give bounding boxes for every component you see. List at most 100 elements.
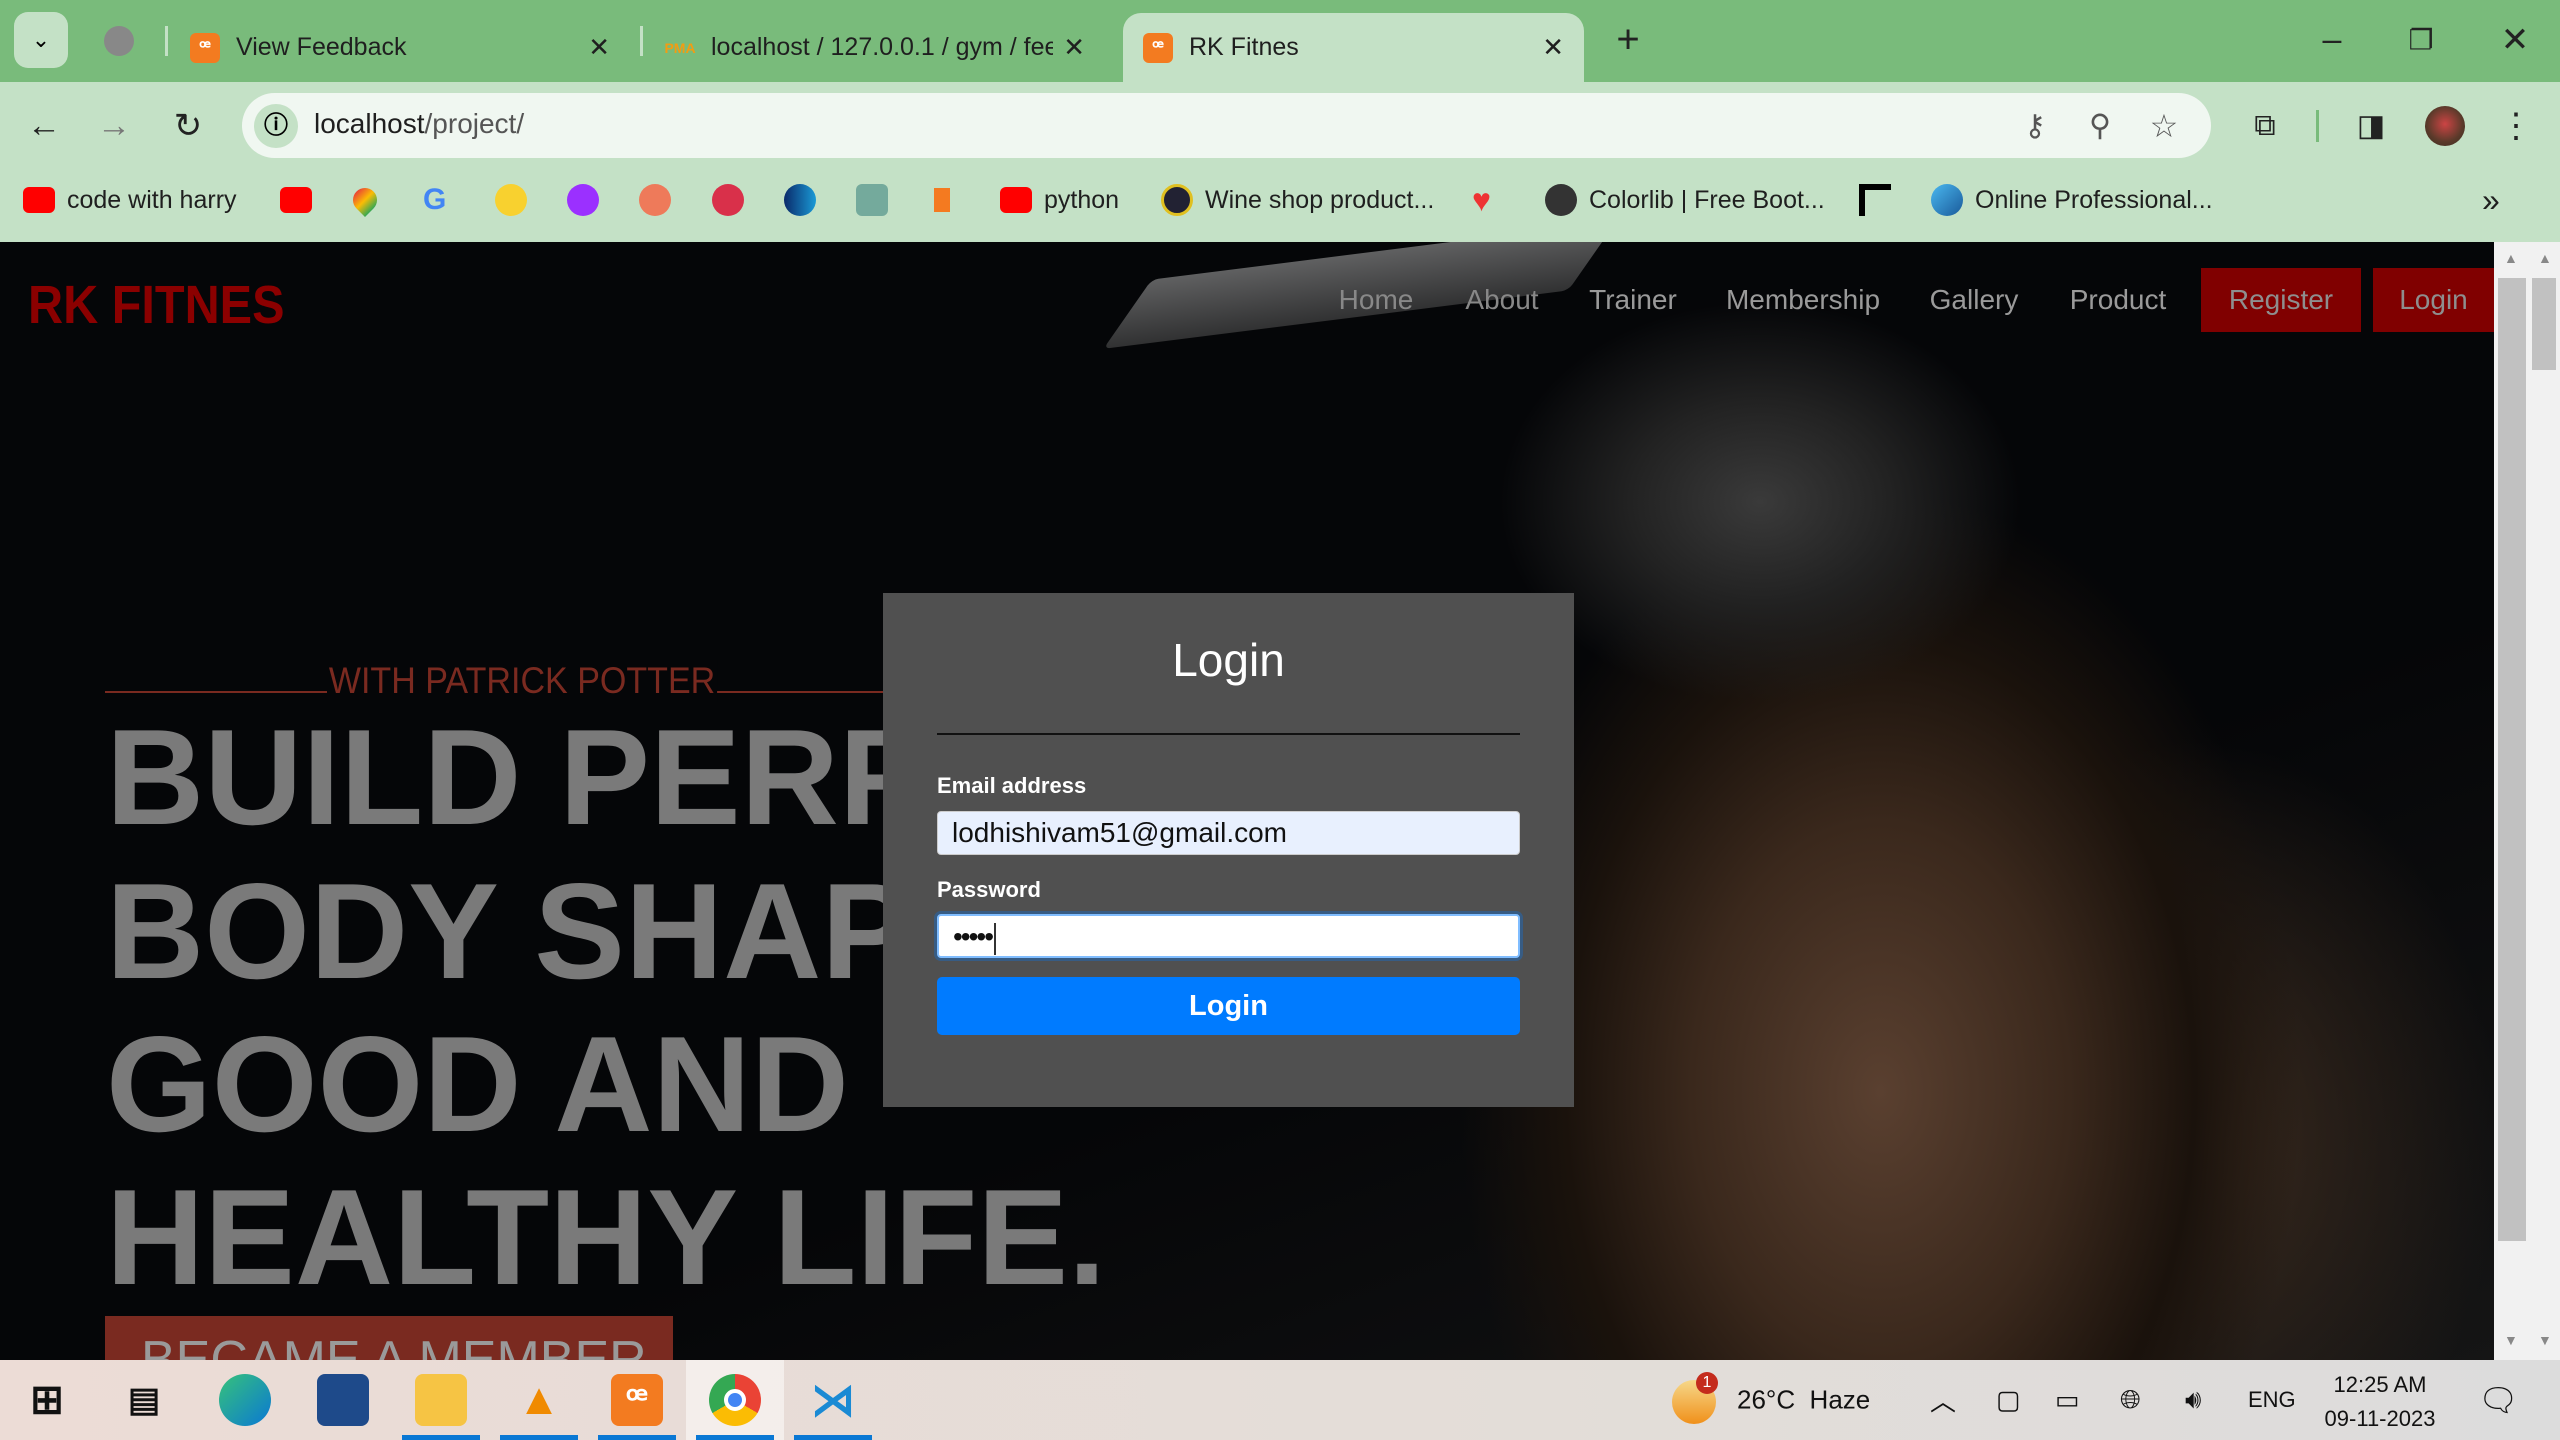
password-field[interactable]: ••••• [937,914,1520,958]
bookmark-orange-shape[interactable] [934,181,962,219]
task-view-icon[interactable]: ▤ [118,1374,170,1426]
vlc-icon[interactable]: ▲ [513,1374,565,1426]
edge-icon[interactable] [219,1374,271,1426]
wine-icon [1161,184,1193,216]
address-bar[interactable]: ⓘ localhost/project/ ⚷ ⚲ ☆ [242,93,2211,158]
side-panel-icon[interactable]: ◨ [2357,109,2385,144]
hero-subtitle: WITH PATRICK POTTER [327,660,718,702]
scrollbar-thumb[interactable] [2498,278,2526,1241]
date-text: 09-11-2023 [2324,1406,2436,1431]
bookmark-f-logo[interactable] [1859,181,1903,219]
become-member-button[interactable]: BECAME A MEMBER [105,1316,673,1360]
nav-login-button[interactable]: Login [2373,268,2494,332]
extensions-icon[interactable]: ⧉ [2254,109,2275,143]
close-tab-icon[interactable]: ✕ [588,32,610,63]
page-viewport: RK FITNES Home About Trainer Membership … [0,242,2494,1360]
zoom-icon[interactable]: ⚲ [2089,109,2111,144]
file-explorer-icon[interactable] [415,1374,467,1426]
avatar[interactable] [2425,106,2465,146]
bookmark-youtube[interactable] [280,181,324,219]
tab-rk-fitnes[interactable]: ꟹ RK Fitnes ✕ [1123,13,1584,82]
bookmark-flipkart[interactable] [495,181,539,219]
bookmark-heart[interactable]: ♥ [1472,181,1491,219]
feather-icon [1931,184,1963,216]
bookmark-chatgpt[interactable] [856,181,900,219]
google-icon: G [423,183,447,216]
scrollbar-thumb[interactable] [2532,278,2556,370]
close-tab-icon[interactable]: ✕ [1542,32,1564,63]
close-tab-icon[interactable]: ✕ [1063,32,1085,63]
time-text: 12:25 AM [2333,1372,2427,1397]
xampp-icon: ꟹ [190,32,220,63]
microsoft-store-icon[interactable] [317,1374,369,1426]
password-key-icon[interactable]: ⚷ [2024,109,2046,144]
minimize-icon[interactable]: – [2323,21,2342,60]
menu-icon[interactable]: ⋮ [2499,106,2533,146]
restore-icon[interactable]: ❐ [2408,24,2433,57]
language-indicator[interactable]: ENG [2248,1387,2296,1413]
nav-about[interactable]: About [1465,268,1538,332]
nav-home[interactable]: Home [1339,268,1414,332]
clock[interactable]: 12:25 AM 09-11-2023 [2318,1368,2442,1436]
phpmyadmin-icon: PMA [664,39,696,56]
bookmark-code-with-harry[interactable]: code with harry [23,181,237,219]
tab-phpmyadmin[interactable]: PMA localhost / 127.0.0.1 / gym / fee ✕ [645,13,1105,82]
nav-gallery[interactable]: Gallery [1930,268,2019,332]
scroll-up-icon[interactable]: ▲ [2504,250,2518,266]
bookmark-online-professional[interactable]: Online Professional... [1931,181,2213,219]
scroll-down-icon[interactable]: ▼ [2538,1332,2552,1348]
tab-search-button[interactable]: ⌄ [14,12,68,68]
youtube-icon [1000,187,1032,213]
youtube-icon [23,187,55,213]
show-hidden-icons-icon[interactable]: ︿ [1930,1382,1956,1419]
nav-membership[interactable]: Membership [1726,268,1880,332]
bookmark-star-icon[interactable]: ☆ [2150,107,2179,145]
new-tab-icon[interactable]: + [1616,18,1639,63]
weather-text[interactable]: 26°C Haze [1737,1385,1870,1416]
scrollbar[interactable]: ▲ ▲ ▼ ▼ [2494,242,2560,1360]
more-bookmarks-button[interactable]: » [2482,181,2500,219]
xampp-icon: ꟹ [1143,32,1173,63]
u-icon [567,184,599,216]
forward-icon[interactable]: → [97,107,131,146]
camera-icon[interactable]: ▢ [1996,1385,2021,1416]
tab-view-feedback[interactable]: ꟹ View Feedback ✕ [170,13,630,82]
bookmark-u[interactable] [567,181,611,219]
scroll-up-icon[interactable]: ▲ [2538,250,2552,266]
xampp-icon[interactable]: ꟹ [611,1374,663,1426]
bookmark-wine-shop[interactable]: Wine shop product... [1161,181,1434,219]
nav-product[interactable]: Product [2070,268,2167,332]
heart-icon: ♥ [1472,181,1491,218]
orange-shape-icon [934,188,950,212]
reload-icon[interactable]: ↻ [174,106,203,146]
site-logo[interactable]: RK FITNES [28,274,285,336]
bookmark-python[interactable]: python [1000,181,1119,219]
back-icon[interactable]: ← [27,107,61,146]
chatgpt-icon [856,184,888,216]
chrome-icon[interactable] [709,1374,761,1426]
bookmark-google[interactable]: G [423,181,446,219]
windows-start-icon[interactable]: ⊞ [21,1374,73,1426]
nav-trainer[interactable]: Trainer [1589,268,1677,332]
youtube-icon [280,187,312,213]
bookmark-orange[interactable] [639,181,683,219]
battery-icon[interactable]: ▭ [2055,1385,2080,1416]
bookmark-maps[interactable] [348,181,389,219]
network-icon[interactable]: 🌐︎ [2120,1384,2141,1416]
f-logo-icon [1859,184,1891,216]
notification-icon[interactable]: 🗨︎ [2478,1381,2519,1419]
bookmark-blue[interactable] [784,181,828,219]
register-button[interactable]: Register [2201,268,2361,332]
globe-icon [1545,184,1577,216]
url-text[interactable]: localhost/project/ [314,108,524,140]
vscode-icon[interactable]: ⋊ [807,1374,859,1426]
site-info-icon[interactable]: ⓘ [254,104,298,148]
volume-icon[interactable]: 🔊︎ [2185,1384,2201,1416]
scroll-down-icon[interactable]: ▼ [2504,1332,2518,1348]
email-field[interactable]: lodhishivam51@gmail.com [937,811,1520,855]
login-submit-button[interactable]: Login [937,977,1520,1035]
close-window-icon[interactable]: ✕ [2501,20,2530,60]
hero-headline-line: HEALTHY LIFE. [106,1161,1106,1313]
bookmark-colorlib[interactable]: Colorlib | Free Boot... [1545,181,1825,219]
bookmark-red[interactable] [712,181,756,219]
